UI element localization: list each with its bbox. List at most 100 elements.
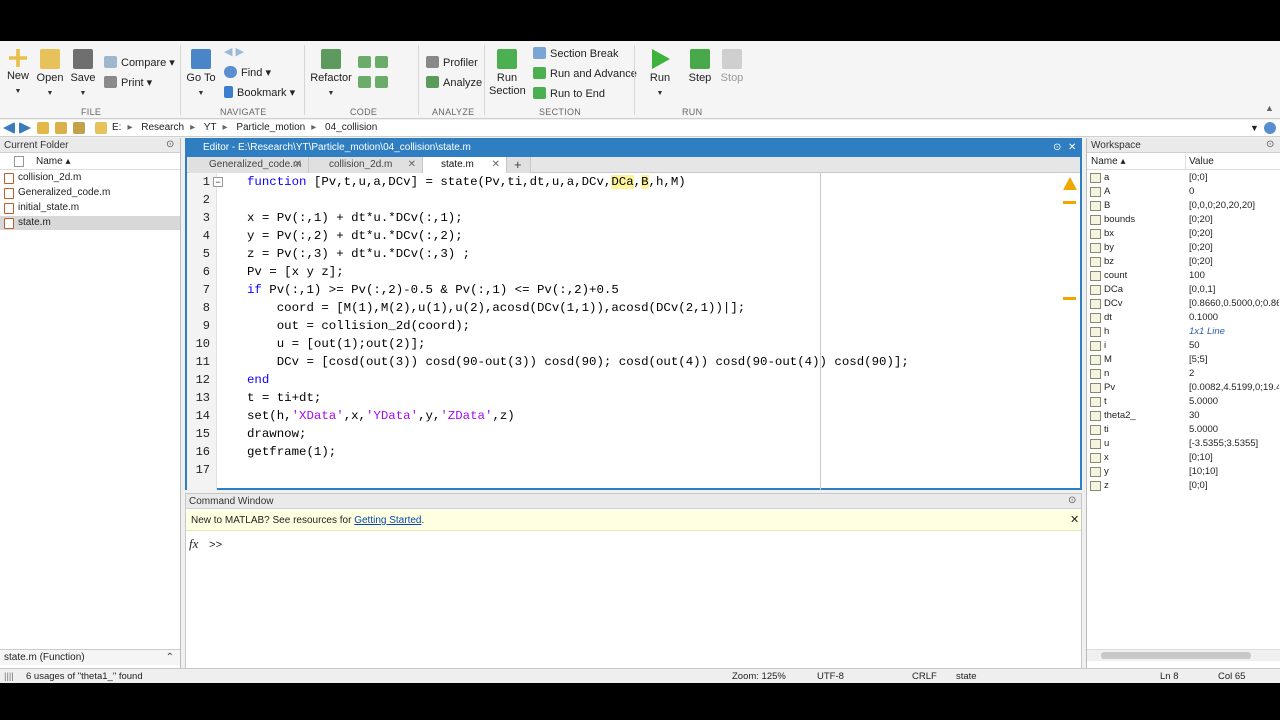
back-forward-icons[interactable]: ◀ ▶ — [224, 45, 244, 59]
workspace-variable[interactable]: M [5;5] — [1087, 353, 1280, 367]
workspace-variable[interactable]: bounds [0;20] — [1087, 213, 1280, 227]
section-break-button[interactable]: Section Break — [533, 47, 618, 61]
close-icon[interactable]: ✕ — [1070, 510, 1079, 531]
tab-state[interactable]: state.m ✕ — [423, 157, 507, 173]
workspace-variable[interactable]: x [0;10] — [1087, 451, 1280, 465]
address-dropdown-icon[interactable]: ▼ — [1250, 120, 1259, 136]
print-button[interactable]: Print ▾ — [104, 76, 152, 90]
workspace-variable[interactable]: y [10;10] — [1087, 465, 1280, 479]
workspace-variable[interactable]: DCa [0,0,1] — [1087, 283, 1280, 297]
workspace-variable[interactable]: count 100 — [1087, 269, 1280, 283]
workspace-variable[interactable]: bz [0;20] — [1087, 255, 1280, 269]
column-header[interactable]: Name ▴ — [0, 154, 180, 170]
line-number: 15 — [195, 427, 210, 441]
breadcrumb-item[interactable]: Particle_motion — [236, 122, 305, 133]
file-item[interactable]: Generalized_code.m — [0, 186, 180, 200]
warning-icon[interactable] — [1063, 177, 1077, 190]
editor-menu-icon[interactable]: ⊙ — [1053, 140, 1061, 156]
file-item[interactable]: collision_2d.m — [0, 171, 180, 185]
forward-icon[interactable] — [19, 122, 31, 134]
fold-icon[interactable]: − — [213, 177, 223, 187]
variable-name: M — [1104, 354, 1112, 365]
getting-started-link[interactable]: Getting Started — [354, 515, 421, 526]
file-item[interactable]: initial_state.m — [0, 201, 180, 215]
file-item[interactable]: state.m — [0, 216, 180, 230]
workspace-variable[interactable]: DCv [0.8660,0.5000,0;0.86 — [1087, 297, 1280, 311]
goto-button[interactable]: Go To ▼ — [186, 49, 216, 100]
workspace-variable[interactable]: z [0;0] — [1087, 479, 1280, 493]
panel-menu-icon[interactable]: ⊙ — [1068, 495, 1076, 506]
collapse-toolstrip-icon[interactable]: ▲ — [1265, 101, 1274, 115]
run-to-end-button[interactable]: Run to End — [533, 87, 605, 101]
status-eol: CRLF — [912, 671, 937, 682]
close-icon[interactable]: ✕ — [1068, 140, 1076, 156]
close-tab-icon[interactable]: ✕ — [294, 157, 302, 173]
value-column[interactable]: Value — [1189, 154, 1214, 170]
breadcrumb-item[interactable]: Research — [141, 122, 184, 133]
workspace-variable[interactable]: A0 — [1087, 185, 1280, 199]
workspace-variable[interactable]: ti 5.0000 — [1087, 423, 1280, 437]
line-number: 16 — [195, 445, 210, 459]
step-button[interactable]: Step — [686, 49, 714, 85]
profiler-button[interactable]: Profiler — [426, 56, 478, 70]
tab-collision-2d[interactable]: collision_2d.m ✕ — [309, 157, 423, 173]
workspace-variable[interactable]: dt 0.1000 — [1087, 311, 1280, 325]
breadcrumb-item[interactable]: YT — [204, 122, 217, 133]
workspace-variable[interactable]: bx [0;20] — [1087, 227, 1280, 241]
panel-menu-icon[interactable]: ⊙ — [1266, 139, 1274, 150]
tab-generalized-code[interactable]: Generalized_code.m ✕ — [189, 157, 309, 173]
workspace-variable[interactable]: h 1x1 Line — [1087, 325, 1280, 339]
warning-marker[interactable] — [1063, 201, 1076, 204]
name-column[interactable]: Name ▴ — [1091, 154, 1125, 170]
run-section-button[interactable]: Run Section — [489, 49, 526, 98]
refactor-button[interactable]: Refactor ▼ — [310, 49, 352, 100]
panel-menu-icon[interactable]: ⊙ — [166, 139, 174, 150]
horizontal-scrollbar[interactable] — [1087, 649, 1280, 661]
workspace-variable[interactable]: i 50 — [1087, 339, 1280, 353]
workspace-variable[interactable]: Pv [0.0082,4.5199,0;19.4 — [1087, 381, 1280, 395]
analyze-button[interactable]: Analyze — [426, 76, 482, 90]
search-folder-icon[interactable] — [1264, 122, 1276, 134]
scrollbar-thumb[interactable] — [1101, 652, 1251, 659]
current-folder-panel: Current Folder ⊙ Name ▴ collision_2d.m Ge… — [0, 138, 181, 683]
close-tab-icon[interactable]: ✕ — [408, 157, 416, 173]
column-header[interactable]: Name ▴ Value — [1087, 154, 1280, 170]
folder-icon[interactable] — [55, 122, 67, 134]
indent-icon — [358, 76, 371, 88]
breadcrumb-item[interactable]: 04_collision — [325, 122, 377, 133]
fx-icon[interactable]: fx — [189, 536, 198, 551]
back-icon[interactable] — [3, 122, 15, 134]
chevron-up-icon[interactable]: ⌃ — [166, 650, 174, 666]
run-advance-button[interactable]: Run and Advance — [533, 67, 637, 81]
breadcrumb-item[interactable]: E: — [112, 122, 121, 133]
folder-up-icon[interactable] — [37, 122, 49, 134]
browse-folder-icon[interactable] — [73, 122, 85, 134]
new-tab-button[interactable]: + — [507, 157, 531, 173]
close-tab-icon[interactable]: ✕ — [492, 157, 500, 173]
stop-button[interactable]: Stop — [718, 49, 746, 85]
find-button[interactable]: Find ▾ — [224, 66, 271, 80]
compare-button[interactable]: Compare ▾ — [104, 56, 175, 70]
matrix-icon — [1090, 341, 1101, 351]
run-button[interactable]: Run ▼ — [646, 49, 674, 100]
variable-value: 0 — [1189, 186, 1195, 197]
comment-icons[interactable] — [358, 56, 392, 70]
save-button[interactable]: Save ▼ — [70, 49, 96, 100]
workspace-variable[interactable]: theta2_ 30 — [1087, 409, 1280, 423]
workspace-variable[interactable]: u [-3.5355;3.5355] — [1087, 437, 1280, 451]
open-button[interactable]: Open ▼ — [36, 49, 64, 100]
breadcrumb[interactable]: E: ▸ Research ▸ YT ▸ Particle_motion ▸ 04_co… — [112, 120, 377, 136]
workspace-variable[interactable]: t 5.0000 — [1087, 395, 1280, 409]
command-prompt[interactable]: fx >> — [189, 536, 222, 552]
workspace-variable[interactable]: by [0;20] — [1087, 241, 1280, 255]
bookmark-button[interactable]: Bookmark ▾ — [224, 86, 295, 100]
matrix-icon — [1090, 299, 1101, 309]
new-button[interactable]: New ▼ — [6, 49, 30, 98]
warning-marker[interactable] — [1063, 297, 1076, 300]
workspace-variable[interactable]: n2 — [1087, 367, 1280, 381]
variable-name: t — [1104, 396, 1107, 407]
workspace-variable[interactable]: a [0;0] — [1087, 171, 1280, 185]
workspace-variable[interactable]: B [0,0,0;20,20,20] — [1087, 199, 1280, 213]
workspace-panel: Workspace ⊙ Name ▴ Value a [0;0] A 0 B [0,0,0… — [1086, 138, 1280, 683]
indent-icons[interactable] — [358, 76, 392, 90]
